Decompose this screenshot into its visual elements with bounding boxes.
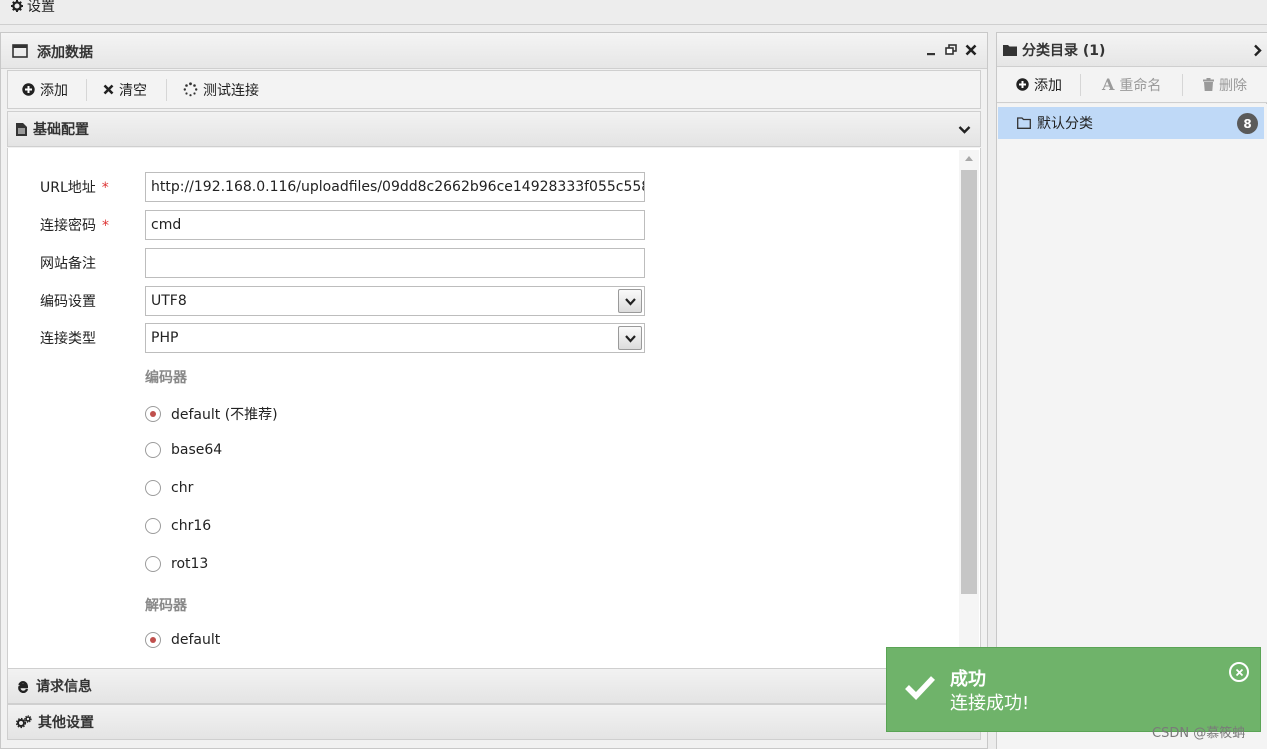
encoding-select[interactable]: UTF8 bbox=[145, 286, 645, 316]
window-icon bbox=[12, 44, 28, 58]
encoder-option[interactable]: rot13 bbox=[145, 556, 208, 572]
data-toolbar: 添加 清空 测试连接 bbox=[7, 70, 981, 109]
encoder-option-label: chr bbox=[171, 480, 194, 496]
toolbar-divider bbox=[1080, 74, 1081, 96]
toolbar-divider bbox=[86, 79, 87, 101]
decoder-group-label: 解码器 bbox=[145, 598, 187, 614]
encoder-option-label: default (不推荐) bbox=[171, 407, 278, 423]
category-item[interactable]: 默认分类 8 bbox=[998, 107, 1264, 139]
folder-icon bbox=[1003, 44, 1017, 56]
password-input[interactable]: cmd bbox=[145, 210, 645, 240]
toolbar-divider bbox=[1182, 74, 1183, 96]
url-input[interactable]: http://192.168.0.116/uploadfiles/09dd8c2… bbox=[145, 172, 645, 202]
add-button-label: 添加 bbox=[40, 82, 68, 99]
test-connection-button[interactable]: 测试连接 bbox=[183, 71, 259, 108]
close-icon[interactable] bbox=[965, 44, 977, 56]
chevron-down-icon bbox=[958, 123, 971, 136]
password-label: 连接密码 * bbox=[40, 218, 109, 234]
site-note-input[interactable] bbox=[145, 248, 645, 278]
decoder-option[interactable]: default bbox=[145, 632, 220, 648]
encoding-label: 编码设置 bbox=[40, 294, 96, 310]
minimize-icon[interactable] bbox=[926, 45, 937, 56]
count-badge: 8 bbox=[1237, 113, 1258, 134]
radio-button[interactable] bbox=[145, 406, 161, 422]
encoder-option[interactable]: base64 bbox=[145, 442, 222, 458]
delete-label: 删除 bbox=[1219, 77, 1247, 94]
toast-title: 成功 bbox=[950, 669, 986, 690]
ie-icon bbox=[16, 679, 30, 693]
radio-button[interactable] bbox=[145, 480, 161, 496]
window-titlebar: 添加数据 bbox=[1, 33, 987, 69]
window-title: 添加数据 bbox=[37, 45, 93, 61]
url-label: URL地址 * bbox=[40, 180, 109, 196]
site-note-label: 网站备注 bbox=[40, 256, 96, 272]
decoder-option-label: default bbox=[171, 632, 221, 648]
category-title: 分类目录 (1) bbox=[1022, 43, 1106, 59]
encoder-option[interactable]: default (不推荐) bbox=[145, 404, 278, 424]
restore-icon[interactable] bbox=[945, 44, 957, 56]
trash-icon bbox=[1203, 78, 1214, 91]
chevron-right-icon[interactable] bbox=[1253, 44, 1262, 57]
category-add-label: 添加 bbox=[1034, 77, 1062, 94]
add-button[interactable]: 添加 bbox=[22, 71, 68, 108]
radio-button[interactable] bbox=[145, 556, 161, 572]
plus-circle-icon bbox=[1016, 78, 1029, 91]
encoding-value: UTF8 bbox=[151, 293, 187, 309]
basic-config-header[interactable]: 基础配置 bbox=[7, 111, 981, 147]
test-connection-label: 测试连接 bbox=[203, 82, 259, 99]
category-add-button[interactable]: 添加 bbox=[1016, 67, 1062, 102]
file-text-icon bbox=[16, 122, 27, 136]
request-info-title: 请求信息 bbox=[36, 679, 92, 695]
chevron-down-icon bbox=[618, 326, 642, 350]
toast-message: 连接成功! bbox=[950, 693, 1030, 714]
basic-config-title: 基础配置 bbox=[33, 122, 89, 138]
settings-label: 设置 bbox=[27, 0, 55, 15]
encoder-group-label: 编码器 bbox=[145, 370, 187, 386]
connection-type-select[interactable]: PHP bbox=[145, 323, 645, 353]
required-mark: * bbox=[102, 218, 109, 234]
watermark-text: CSDN @慕筱蚺 bbox=[1152, 726, 1246, 741]
plus-circle-icon bbox=[22, 83, 35, 96]
top-menu-bar: 设置 bbox=[0, 0, 1267, 25]
encoder-option[interactable]: chr bbox=[145, 480, 193, 496]
cogs-icon bbox=[16, 715, 32, 729]
request-info-header[interactable]: 请求信息 bbox=[7, 668, 981, 704]
close-icon[interactable] bbox=[1229, 662, 1249, 682]
form-scrollbar[interactable] bbox=[959, 150, 979, 666]
basic-config-form: URL地址 * http://192.168.0.116/uploadfiles/… bbox=[7, 148, 981, 668]
rename-label: 重命名 bbox=[1119, 77, 1162, 94]
success-toast: 成功 连接成功! bbox=[886, 647, 1261, 732]
font-a-icon: A bbox=[1102, 75, 1115, 94]
other-settings-header[interactable]: 其他设置 bbox=[7, 704, 981, 740]
category-titlebar: 分类目录 (1) bbox=[997, 33, 1267, 67]
category-toolbar: 添加 A 重命名 删除 bbox=[997, 67, 1267, 103]
scrollbar-thumb[interactable] bbox=[961, 170, 977, 594]
category-item-label: 默认分类 bbox=[1037, 116, 1093, 132]
checkmark-icon bbox=[904, 674, 936, 700]
encoder-option-label: chr16 bbox=[171, 518, 212, 534]
clear-button[interactable]: 清空 bbox=[103, 71, 147, 108]
delete-button[interactable]: 删除 bbox=[1203, 67, 1247, 102]
radio-button[interactable] bbox=[145, 442, 161, 458]
clear-button-label: 清空 bbox=[119, 82, 147, 99]
spinner-icon bbox=[183, 82, 198, 97]
settings-menu[interactable]: 设置 bbox=[11, 0, 55, 16]
folder-open-icon bbox=[1017, 117, 1031, 129]
other-settings-title: 其他设置 bbox=[38, 715, 94, 731]
encoder-option[interactable]: chr16 bbox=[145, 518, 211, 534]
times-icon bbox=[103, 84, 114, 95]
required-mark: * bbox=[101, 180, 109, 196]
connection-type-value: PHP bbox=[151, 330, 179, 346]
radio-button[interactable] bbox=[145, 632, 161, 648]
encoder-option-label: base64 bbox=[171, 442, 223, 458]
gear-icon bbox=[11, 0, 23, 12]
connection-type-label: 连接类型 bbox=[40, 331, 96, 347]
chevron-down-icon bbox=[618, 289, 642, 313]
radio-button[interactable] bbox=[145, 518, 161, 534]
scroll-up-icon[interactable] bbox=[964, 155, 974, 162]
encoder-option-label: rot13 bbox=[171, 556, 209, 572]
toolbar-divider bbox=[166, 79, 167, 101]
rename-button[interactable]: A 重命名 bbox=[1102, 67, 1161, 102]
